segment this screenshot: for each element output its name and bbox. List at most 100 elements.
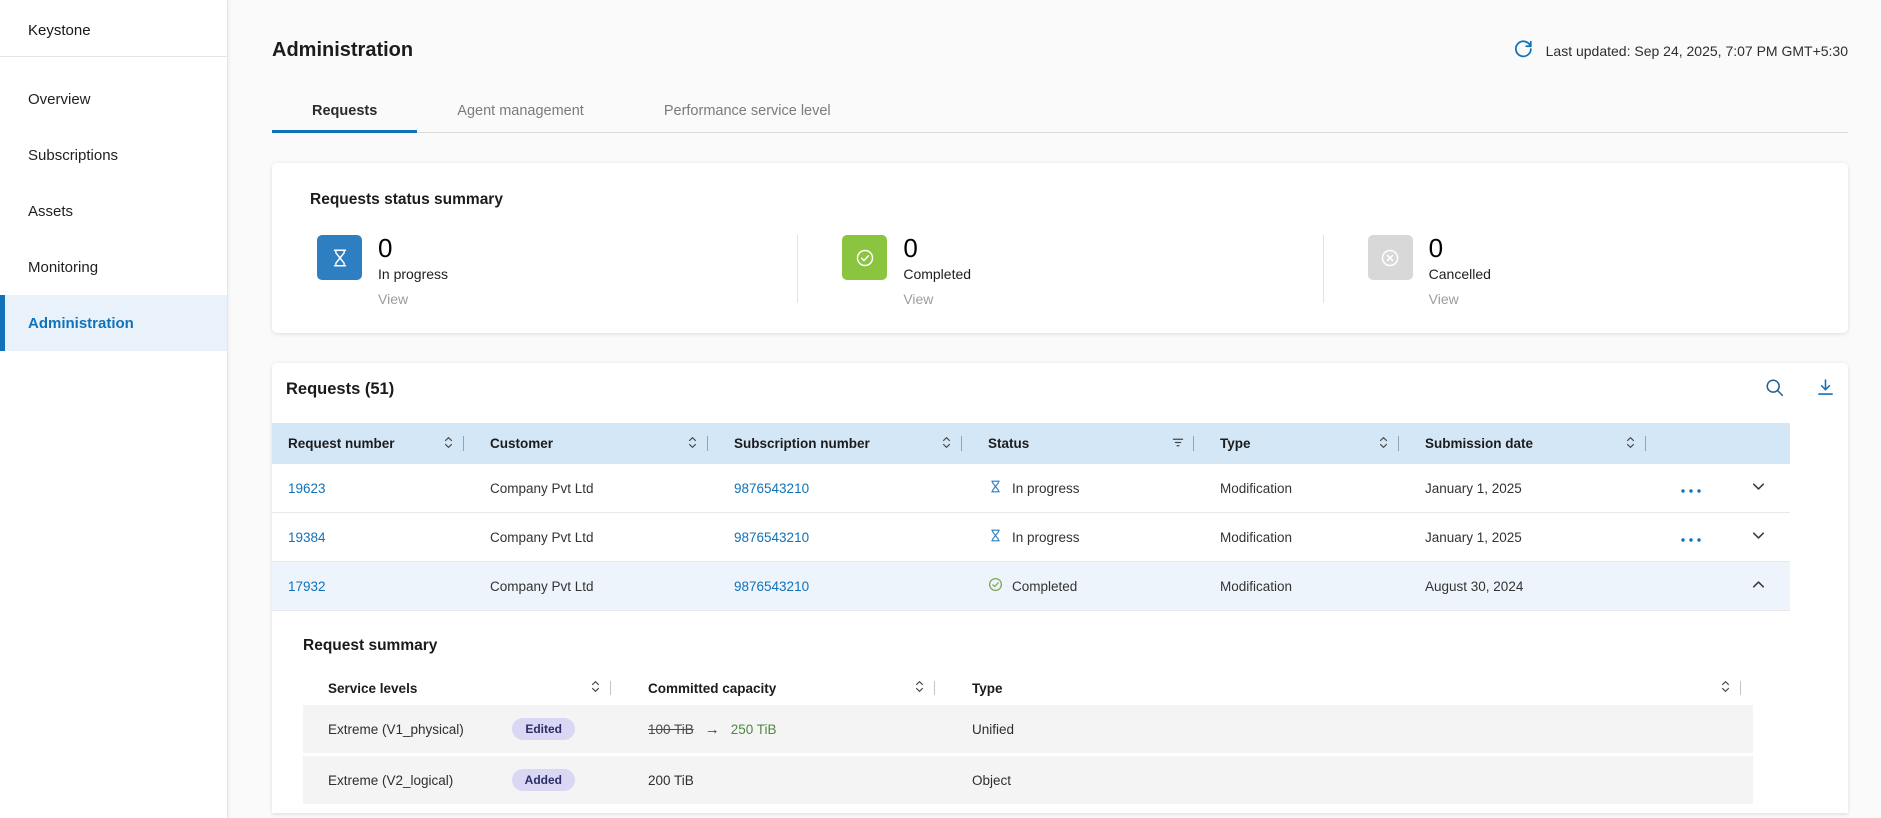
tab-agent-management[interactable]: Agent management — [417, 93, 624, 132]
request-number-link[interactable]: 19384 — [272, 530, 474, 545]
ellipsis-icon — [1680, 481, 1702, 496]
subscription-number-link[interactable]: 9876543210 — [718, 481, 972, 496]
sort-icon[interactable] — [686, 436, 699, 452]
page-title: Administration — [272, 39, 413, 62]
col-summary-type: Type — [972, 681, 1003, 696]
sort-icon[interactable] — [442, 436, 455, 452]
sort-icon[interactable] — [1624, 436, 1637, 452]
sort-icon[interactable] — [1719, 680, 1732, 696]
sidebar-item-subscriptions[interactable]: Subscriptions — [0, 127, 227, 183]
customer-cell: Company Pvt Ltd — [474, 530, 718, 545]
type-cell: Modification — [1204, 579, 1409, 594]
column-divider — [463, 436, 464, 451]
download-button[interactable] — [1815, 377, 1836, 401]
col-submission-date: Submission date — [1425, 436, 1533, 451]
service-level-name: Extreme (V2_logical) — [328, 773, 453, 788]
hourglass-icon — [317, 235, 362, 280]
hourglass-icon — [988, 528, 1003, 546]
col-service-levels: Service levels — [328, 681, 417, 696]
status-cell: Completed — [972, 577, 1204, 595]
subscription-number-link[interactable]: 9876543210 — [718, 579, 972, 594]
filter-icon[interactable] — [1171, 436, 1185, 452]
brand-keystone: Keystone — [0, 0, 227, 56]
col-customer: Customer — [490, 436, 553, 451]
status-text: Completed — [1012, 579, 1077, 594]
completed-view-link[interactable]: View — [903, 291, 971, 307]
status-text: In progress — [1012, 530, 1080, 545]
completed-count: 0 — [903, 235, 971, 262]
committed-capacity-cell: 200 TiB — [623, 773, 947, 788]
column-divider — [707, 436, 708, 451]
column-divider — [1740, 681, 1741, 695]
request-summary-header: Service levels Committed capacity Type — [303, 671, 1753, 705]
refresh-icon — [1512, 38, 1534, 63]
status-cell: In progress — [972, 528, 1204, 546]
status-cell: In progress — [972, 479, 1204, 497]
request-number-link[interactable]: 19623 — [272, 481, 474, 496]
refresh-button[interactable] — [1512, 38, 1534, 63]
col-type: Type — [1220, 436, 1251, 451]
in-progress-label: In progress — [378, 266, 448, 282]
row-actions-button[interactable] — [1656, 530, 1726, 545]
subscription-number-link[interactable]: 9876543210 — [718, 530, 972, 545]
expand-row-button[interactable] — [1726, 478, 1790, 498]
col-request-number: Request number — [288, 436, 395, 451]
sidebar-item-monitoring[interactable]: Monitoring — [0, 239, 227, 295]
last-updated-text: Last updated: Sep 24, 2025, 7:07 PM GMT+… — [1546, 43, 1848, 59]
requests-title: Requests (51) — [286, 380, 394, 399]
chevron-up-icon — [1750, 576, 1767, 596]
cancelled-view-link[interactable]: View — [1429, 291, 1491, 307]
tab-requests[interactable]: Requests — [272, 93, 417, 132]
sort-icon[interactable] — [913, 680, 926, 696]
tile-in-progress: 0 In progress View — [272, 235, 797, 307]
hourglass-icon — [988, 479, 1003, 497]
request-summary-table: Service levels Committed capacity Type E… — [303, 671, 1753, 804]
page-header: Administration Last updated: Sep 24, 202… — [272, 38, 1848, 63]
summary-type-cell: Unified — [947, 722, 1753, 737]
committed-capacity-cell: 100 TiB → 250 TiB — [623, 721, 947, 738]
requests-status-summary-card: Requests status summary 0 In progress Vi… — [272, 163, 1848, 333]
tab-bar: Requests Agent management Performance se… — [272, 93, 1848, 133]
status-tiles: 0 In progress View 0 Completed View — [272, 235, 1848, 307]
check-circle-icon — [842, 235, 887, 280]
download-icon — [1815, 377, 1836, 401]
table-actions — [1764, 377, 1836, 401]
customer-cell: Company Pvt Ltd — [474, 481, 718, 496]
sort-icon[interactable] — [940, 436, 953, 452]
customer-cell: Company Pvt Ltd — [474, 579, 718, 594]
sort-icon[interactable] — [589, 680, 602, 696]
sidebar-item-administration[interactable]: Administration — [0, 295, 227, 351]
status-summary-title: Requests status summary — [310, 191, 1848, 209]
in-progress-count: 0 — [378, 235, 448, 262]
sidebar: Keystone Overview Subscriptions Assets M… — [0, 0, 228, 818]
check-circle-icon — [988, 577, 1003, 595]
sidebar-item-assets[interactable]: Assets — [0, 183, 227, 239]
chevron-down-icon — [1750, 478, 1767, 498]
type-cell: Modification — [1204, 530, 1409, 545]
column-divider — [1645, 436, 1646, 451]
sort-icon[interactable] — [1377, 436, 1390, 452]
column-divider — [610, 681, 611, 695]
ellipsis-icon — [1680, 530, 1702, 545]
col-committed-capacity: Committed capacity — [648, 681, 776, 696]
cancel-circle-icon — [1368, 235, 1413, 280]
status-badge: Added — [512, 769, 575, 791]
type-cell: Modification — [1204, 481, 1409, 496]
requests-table-header: Request number Customer Subscription num… — [272, 423, 1790, 464]
requests-header-row: Requests (51) — [272, 375, 1848, 403]
in-progress-view-link[interactable]: View — [378, 291, 448, 307]
row-actions-button[interactable] — [1656, 481, 1726, 496]
main-content: Administration Last updated: Sep 24, 202… — [228, 0, 1881, 818]
service-level-name: Extreme (V1_physical) — [328, 722, 464, 737]
tab-performance-service-level[interactable]: Performance service level — [624, 93, 871, 132]
request-summary-title: Request summary — [303, 637, 1848, 655]
request-number-link[interactable]: 17932 — [272, 579, 474, 594]
search-button[interactable] — [1764, 377, 1785, 401]
column-divider — [1193, 436, 1194, 451]
expand-row-button[interactable] — [1726, 527, 1790, 547]
sidebar-item-overview[interactable]: Overview — [0, 71, 227, 127]
summary-row: Extreme (V1_physical) Edited 100 TiB → 2… — [303, 705, 1753, 753]
request-summary-panel: Request summary Service levels Committed… — [272, 611, 1848, 804]
collapse-row-button[interactable] — [1726, 576, 1790, 596]
arrow-right-icon: → — [705, 721, 720, 738]
